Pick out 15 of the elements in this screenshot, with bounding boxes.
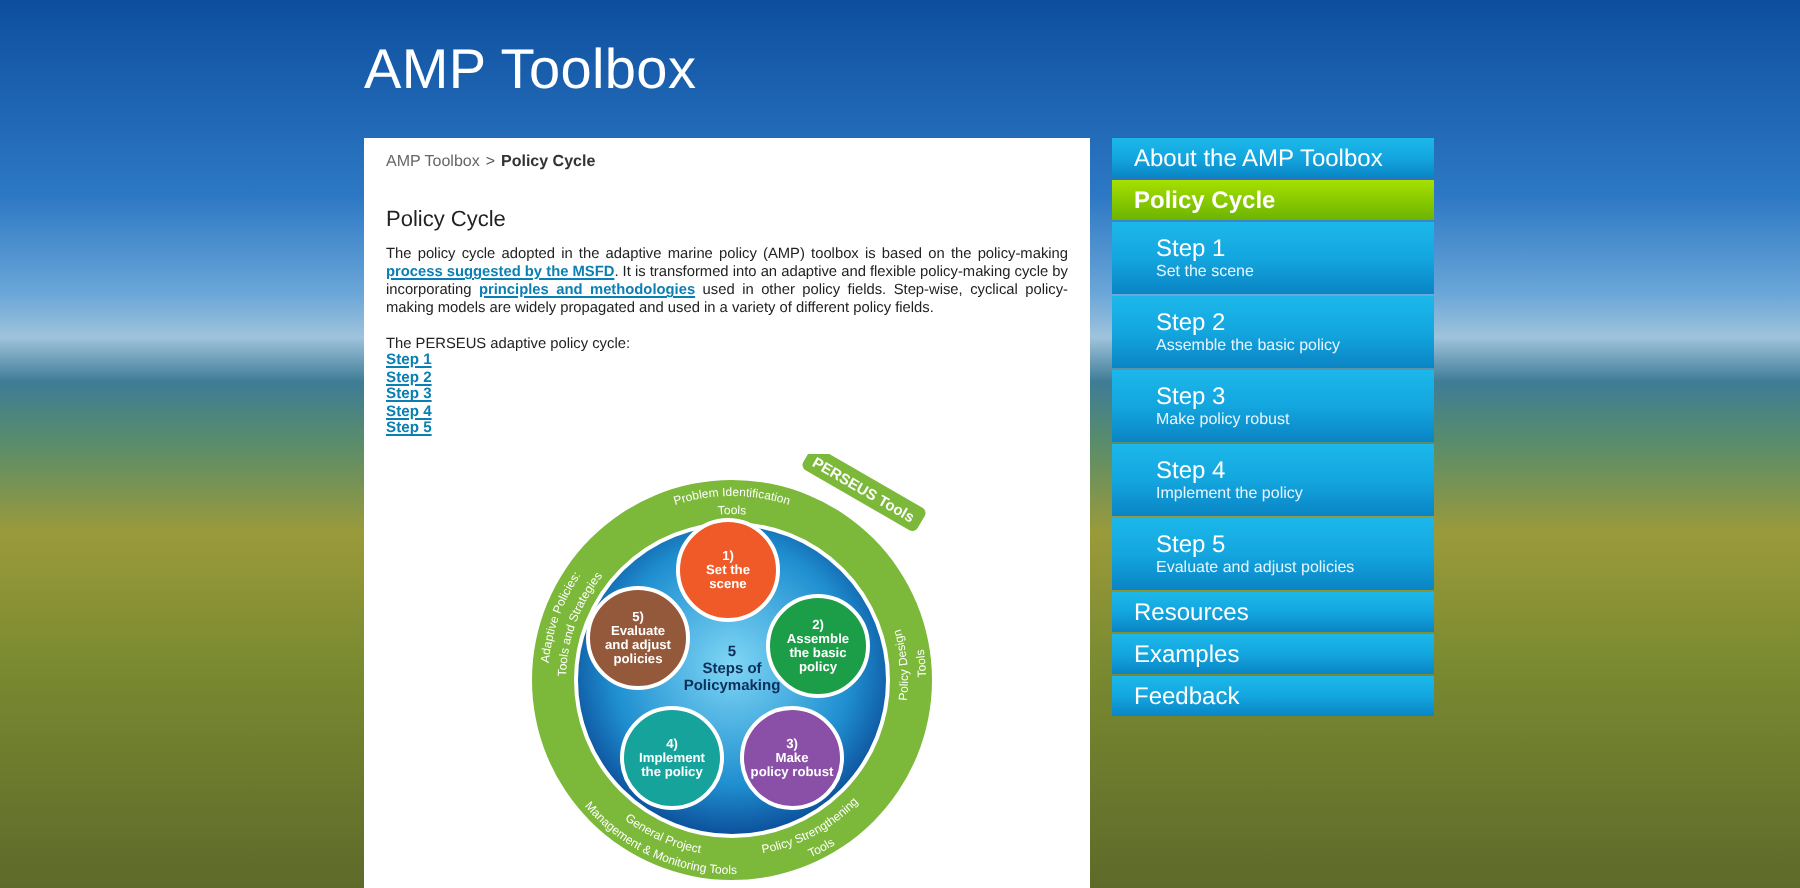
nav-item[interactable]: Step 1 Set the scene [1112, 222, 1434, 294]
site-title: AMP Toolbox [364, 37, 697, 101]
breadcrumb-item[interactable]: AMP Toolbox [386, 152, 480, 170]
nav-item[interactable]: Step 4 Implement the policy [1112, 444, 1434, 516]
nav-item[interactable]: Policy Cycle [1112, 180, 1434, 220]
nav-item[interactable]: Examples [1112, 634, 1434, 674]
page-heading: Policy Cycle [386, 208, 508, 232]
nav-item[interactable]: Resources [1112, 592, 1434, 632]
nav-item[interactable]: Step 2 Assemble the basic policy [1112, 296, 1434, 368]
nav-item[interactable]: Feedback [1112, 676, 1434, 716]
breadcrumb-separator: > [485, 152, 496, 170]
breadcrumb-item: Policy Cycle [501, 152, 596, 170]
nav-item[interactable]: About the AMP Toolbox [1112, 138, 1434, 178]
nav-item[interactable]: Step 5 Evaluate and adjust policies [1112, 518, 1434, 590]
nav-item[interactable]: Step 3 Make policy robust [1112, 370, 1434, 442]
